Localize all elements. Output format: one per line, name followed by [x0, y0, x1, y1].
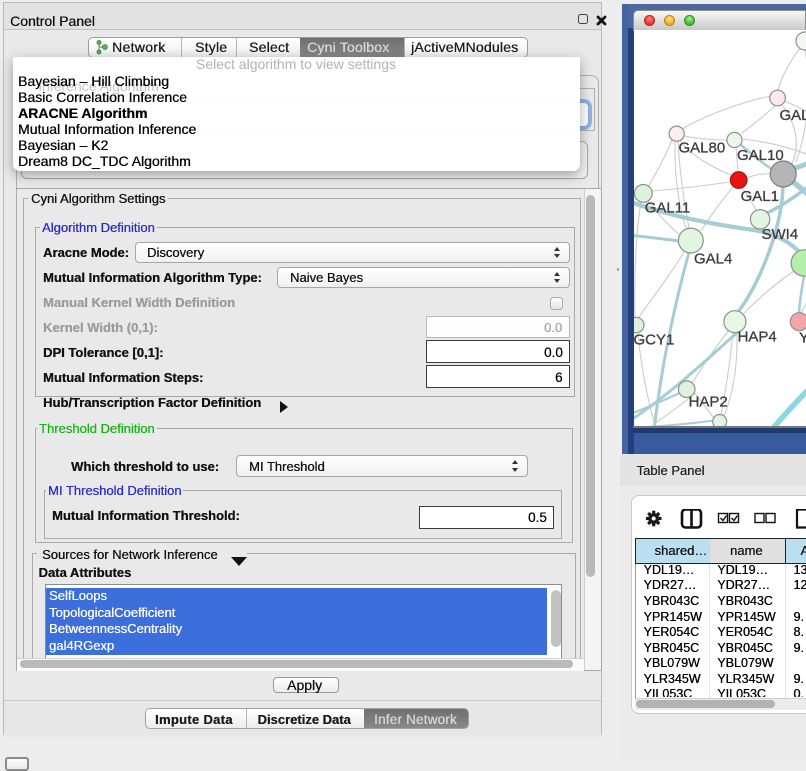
svg-text:GCY1: GCY1: [634, 331, 674, 348]
svg-text:GAL11: GAL11: [645, 199, 691, 216]
svg-text:GAL80: GAL80: [679, 140, 726, 157]
svg-text:SWI4: SWI4: [762, 226, 799, 243]
svg-text:GAL4: GAL4: [694, 251, 732, 268]
svg-text:HAP2: HAP2: [689, 393, 728, 410]
svg-text:GAL7: GAL7: [780, 107, 806, 124]
svg-text:YJR048W: YJR048W: [799, 329, 806, 346]
svg-text:HAP4: HAP4: [738, 329, 777, 346]
svg-text:GAL1: GAL1: [741, 188, 779, 205]
svg-text:GAL10: GAL10: [737, 147, 784, 164]
